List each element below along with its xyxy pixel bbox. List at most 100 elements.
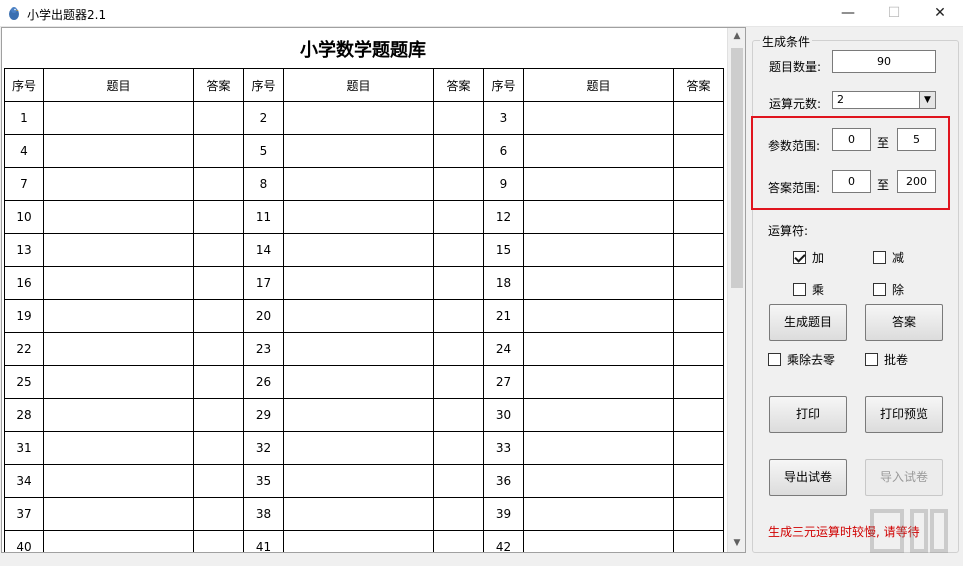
question-cell (523, 101, 674, 135)
question-cell (523, 332, 674, 366)
row-index-cell: 10 (4, 200, 44, 234)
row-index-cell: 11 (243, 200, 284, 234)
param-max-input[interactable]: 5 (897, 128, 936, 151)
sheet-title: 小学数学题题库 (300, 40, 426, 61)
question-cell (523, 233, 674, 267)
row-index-cell: 6 (483, 134, 524, 168)
answer-min-input[interactable]: 0 (832, 170, 871, 193)
vertical-scrollbar[interactable]: ▲ ▼ (727, 28, 745, 552)
answer-max-input[interactable]: 200 (897, 170, 936, 193)
row-index-cell: 24 (483, 332, 524, 366)
remove-zero-label: 乘除去零 (787, 353, 836, 367)
row-index-cell: 28 (4, 398, 44, 432)
row-index-cell: 25 (4, 365, 44, 399)
row-index-cell: 42 (483, 530, 524, 552)
answer-cell (193, 200, 244, 234)
question-sheet: 小学数学题题库 序号 题目 答案 序号 题目 答案 序号 题目 答案 12345… (1, 27, 746, 553)
header-answer: 答案 (193, 68, 244, 102)
question-cell (283, 365, 434, 399)
generate-button[interactable]: 生成题目 (769, 304, 847, 341)
question-cell (523, 167, 674, 201)
row-index-cell: 16 (4, 266, 44, 300)
question-cell (283, 167, 434, 201)
question-cell (283, 332, 434, 366)
question-cell (523, 398, 674, 432)
table-row: 28 29 30 (4, 398, 724, 432)
question-cell (283, 266, 434, 300)
answer-cell (673, 101, 724, 135)
checkbox-icon[interactable] (793, 283, 806, 296)
op-add-checkbox[interactable]: 加 (793, 249, 824, 266)
scroll-down-icon[interactable]: ▼ (728, 535, 745, 552)
minimize-button[interactable]: — (825, 0, 871, 27)
table-row: 13 14 15 (4, 233, 724, 267)
question-cell (523, 464, 674, 498)
operand-count-label: 运算元数: (769, 97, 822, 111)
answer-cell (433, 266, 484, 300)
scroll-thumb[interactable] (731, 48, 743, 288)
question-cell (523, 431, 674, 465)
table-row: 25 26 27 (4, 365, 724, 399)
print-button[interactable]: 打印 (769, 396, 847, 433)
op-div-label: 除 (892, 283, 905, 297)
panel-legend: 生成条件 (760, 33, 813, 50)
row-index-cell: 15 (483, 233, 524, 267)
row-index-cell: 23 (243, 332, 284, 366)
operators-label: 运算符: (768, 224, 809, 238)
answer-button[interactable]: 答案 (865, 304, 943, 341)
scroll-up-icon[interactable]: ▲ (728, 28, 745, 45)
import-button[interactable]: 导入试卷 (865, 459, 943, 496)
question-cell (523, 365, 674, 399)
checkbox-icon[interactable] (873, 283, 886, 296)
question-cell (523, 530, 674, 552)
row-index-cell: 13 (4, 233, 44, 267)
answer-cell (433, 101, 484, 135)
grade-label: 批卷 (884, 353, 909, 367)
answer-cell (433, 200, 484, 234)
title-bar: 小学出题器2.1 — ☐ ✕ (0, 0, 963, 27)
op-sub-checkbox[interactable]: 减 (873, 249, 904, 266)
row-index-cell: 9 (483, 167, 524, 201)
answer-cell (193, 332, 244, 366)
maximize-button[interactable]: ☐ (871, 0, 917, 27)
table-row: 16 17 18 (4, 266, 724, 300)
checkbox-checked-icon[interactable] (793, 251, 806, 264)
table-row: 22 23 24 (4, 332, 724, 366)
checkbox-icon[interactable] (865, 353, 878, 366)
remove-zero-checkbox[interactable]: 乘除去零 (768, 351, 835, 368)
answer-cell (673, 431, 724, 465)
question-cell (43, 266, 194, 300)
answer-cell (193, 134, 244, 168)
answer-cell (193, 398, 244, 432)
print-preview-button[interactable]: 打印预览 (865, 396, 943, 433)
op-div-checkbox[interactable]: 除 (873, 281, 904, 298)
chevron-down-icon[interactable]: ▼ (919, 92, 935, 108)
row-index-cell: 41 (243, 530, 284, 552)
header-question: 题目 (43, 68, 194, 102)
op-add-label: 加 (812, 251, 825, 265)
param-min-input[interactable]: 0 (832, 128, 871, 151)
question-count-input[interactable]: 90 (832, 50, 936, 73)
question-cell (43, 101, 194, 135)
export-button[interactable]: 导出试卷 (769, 459, 847, 496)
header-answer: 答案 (433, 68, 484, 102)
row-index-cell: 31 (4, 431, 44, 465)
question-cell (43, 398, 194, 432)
operand-count-select[interactable]: 2 ▼ (832, 91, 936, 109)
row-index-cell: 22 (4, 332, 44, 366)
row-index-cell: 32 (243, 431, 284, 465)
header-question: 题目 (283, 68, 434, 102)
question-count-label: 题目数量: (769, 60, 822, 74)
row-index-cell: 21 (483, 299, 524, 333)
answer-cell (193, 299, 244, 333)
row-index-cell: 17 (243, 266, 284, 300)
grade-checkbox[interactable]: 批卷 (865, 351, 908, 368)
checkbox-icon[interactable] (873, 251, 886, 264)
checkbox-icon[interactable] (768, 353, 781, 366)
question-cell (43, 167, 194, 201)
answer-cell (673, 299, 724, 333)
op-mul-checkbox[interactable]: 乘 (793, 281, 824, 298)
close-button[interactable]: ✕ (917, 0, 963, 27)
answer-cell (433, 431, 484, 465)
param-to-label: 至 (877, 136, 890, 150)
